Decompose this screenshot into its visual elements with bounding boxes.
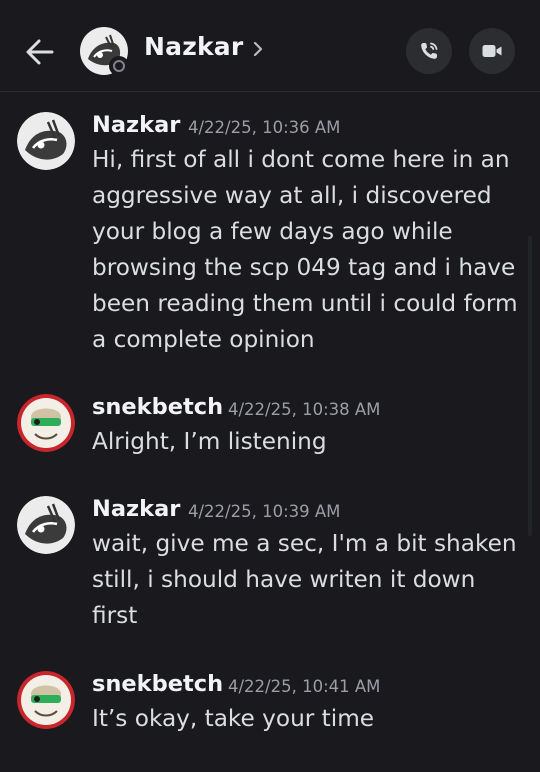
arrow-left-icon[interactable]	[22, 34, 58, 70]
chevron-right-icon[interactable]	[252, 38, 266, 60]
avatar-snekbetch[interactable]	[17, 671, 75, 729]
message-timestamp: 4/22/25, 10:38 AM	[228, 400, 381, 419]
message-timestamp: 4/22/25, 10:36 AM	[188, 118, 341, 137]
message-timestamp: 4/22/25, 10:41 AM	[228, 677, 381, 696]
avatar-nazkar[interactable]	[17, 112, 75, 170]
message-content: Alright, I’m listening	[92, 428, 327, 455]
status-offline-indicator	[109, 56, 129, 76]
voice-call-button[interactable]	[406, 28, 452, 74]
message-content: It’s okay, take your time	[92, 705, 375, 732]
video-camera-icon	[482, 45, 502, 57]
chat-header: Nazkar	[0, 0, 540, 92]
message-author[interactable]: snekbetch	[92, 671, 223, 697]
message-author[interactable]: snekbetch	[92, 394, 223, 420]
phone-call-icon	[421, 42, 438, 59]
message-content: wait, give me a sec, I'm a bit shaken st…	[92, 530, 517, 629]
scrollbar[interactable]	[528, 236, 532, 536]
message-timestamp: 4/22/25, 10:39 AM	[188, 502, 341, 521]
avatar-snekbetch[interactable]	[17, 394, 75, 452]
chat-title[interactable]: Nazkar	[144, 32, 243, 61]
message-content: Hi, first of all i dont come here in an …	[92, 146, 518, 353]
message-author[interactable]: Nazkar	[92, 112, 180, 138]
avatar-nazkar[interactable]	[17, 496, 75, 554]
video-call-button[interactable]	[469, 28, 515, 74]
message-author[interactable]: Nazkar	[92, 496, 180, 522]
